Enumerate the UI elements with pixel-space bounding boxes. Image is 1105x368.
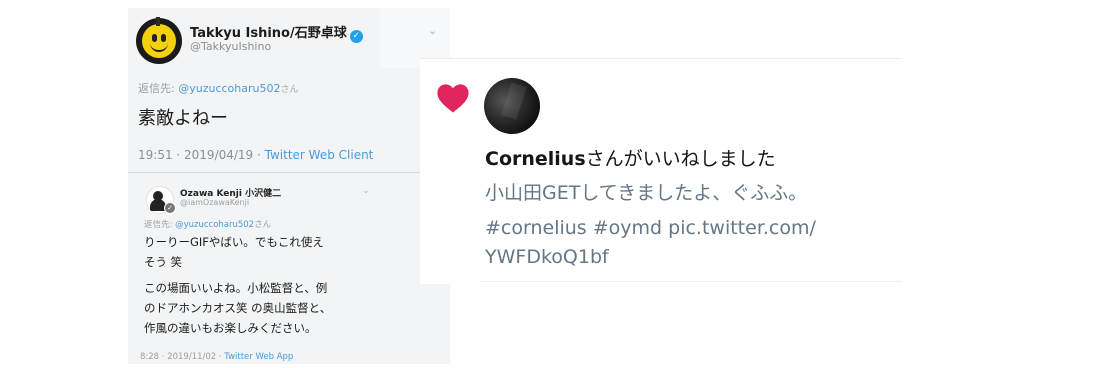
tweet-author-handle[interactable]: @TakkyuIshino: [190, 40, 271, 53]
verified-badge-icon: ✓: [349, 30, 363, 43]
avatar[interactable]: [484, 78, 540, 134]
verified-badge-icon: ✓: [164, 202, 176, 214]
quoted-meta: 8:28 · 2019/11/02 · Twitter Web App: [140, 352, 293, 362]
author-name-text: Takkyu Ishino/石野卓球: [190, 26, 347, 41]
tweet-timestamp[interactable]: 19:51 · 2019/04/19 ·: [138, 148, 265, 162]
quoted-reply-to-line: 返信先: @yuzuccoharu502さん: [144, 218, 271, 230]
liked-tweet-tag-line[interactable]: YWFDkoQ1bf: [485, 243, 816, 272]
reply-target-link[interactable]: @yuzuccoharu502: [178, 82, 280, 95]
liked-tweet-tag-line[interactable]: #cornelius #oymd pic.twitter.com/: [485, 214, 816, 243]
notification-user-name[interactable]: Cornelius: [485, 148, 586, 170]
quoted-text-line: この場面いいよね。小松監督と、例: [144, 281, 328, 295]
reply-target-link[interactable]: @yuzuccoharu502: [175, 220, 254, 230]
quoted-client-link[interactable]: Twitter Web App: [224, 352, 293, 362]
chevron-down-icon[interactable]: ⌄: [428, 24, 437, 37]
quoted-text-line: りーりーGIFやばい。でもこれ使え: [144, 235, 324, 249]
reply-label: 返信先:: [138, 82, 175, 95]
reply-to-line: 返信先: @yuzuccoharu502さん: [138, 80, 299, 96]
avatar-smiley[interactable]: [136, 17, 182, 64]
quoted-author-handle[interactable]: @iamOzawaKenji: [180, 198, 249, 207]
tweet-client-link[interactable]: Twitter Web Client: [265, 148, 374, 162]
notification-action: さんがいいねしました: [585, 148, 776, 170]
chevron-down-icon[interactable]: ⌄: [362, 186, 370, 196]
quoted-text-line: 作風の違いもお楽しみください。: [144, 321, 317, 335]
tweet-screenshot: Takkyu Ishino/石野卓球 ✓ @TakkyuIshino ⌄ 返信先:…: [128, 8, 450, 364]
quoted-text-line: のドアホンカオス笑 の奥山監督と、: [144, 301, 332, 315]
divider: [480, 281, 902, 282]
tweet-body: 素敵よねー: [138, 108, 228, 129]
avatar[interactable]: ✓: [146, 186, 176, 214]
divider: [420, 58, 902, 59]
heart-icon: [437, 84, 469, 113]
reply-suffix: さん: [280, 85, 299, 95]
divider: [128, 172, 450, 173]
reply-suffix: さん: [254, 220, 272, 230]
like-notification[interactable]: Corneliusさんがいいねしました 小山田GETしてきましたよ、ぐふふ。 #…: [420, 58, 902, 284]
quoted-tweet[interactable]: ✓ Ozawa Kenji 小沢健二 @iamOzawaKenji ⌄ 返信先:…: [136, 176, 436, 362]
quoted-text-line: そう 笑: [144, 255, 183, 269]
tweet-meta: 19:51 · 2019/04/19 · Twitter Web Client: [138, 148, 373, 162]
notification-headline: Corneliusさんがいいねしました: [485, 144, 776, 171]
quoted-timestamp[interactable]: 8:28 · 2019/11/02 ·: [140, 352, 224, 362]
liked-tweet-tags: #cornelius #oymd pic.twitter.com/ YWFDko…: [485, 214, 816, 272]
liked-tweet-text: 小山田GETしてきましたよ、ぐふふ。: [485, 182, 808, 204]
reply-label: 返信先:: [144, 220, 173, 230]
